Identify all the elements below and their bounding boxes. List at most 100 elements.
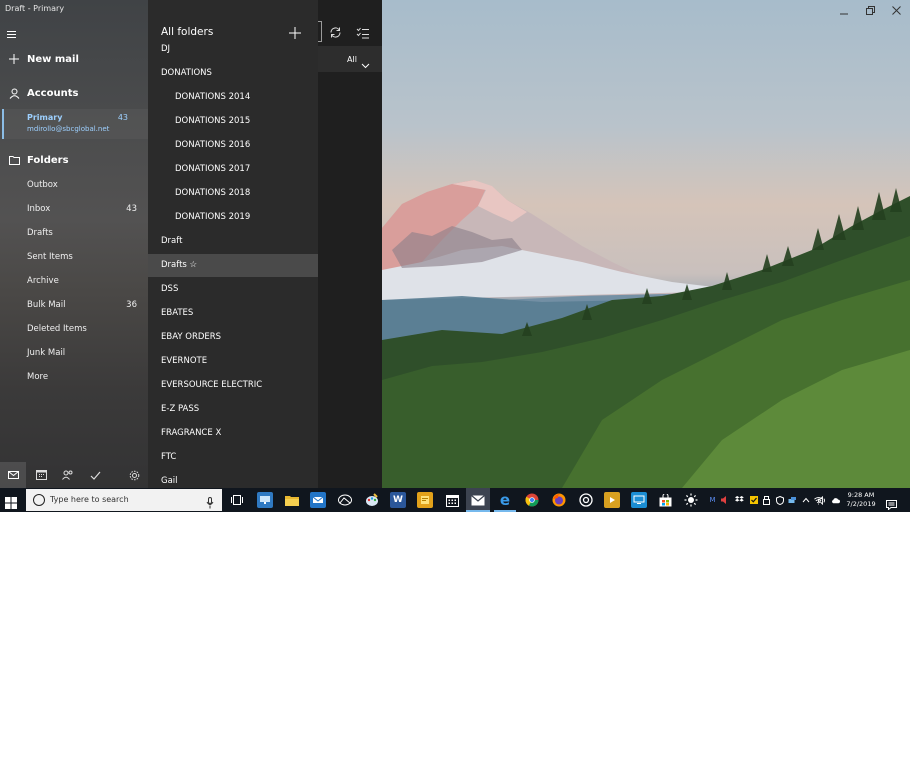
folder-item-label: EVERNOTE (161, 356, 208, 366)
folder-item-fragrance-x[interactable]: FRAGRANCE X (148, 422, 318, 445)
task-view-icon[interactable] (229, 492, 245, 508)
tray-mail-icon[interactable]: M (708, 495, 717, 505)
store-icon[interactable] (657, 492, 673, 508)
paint-icon[interactable] (364, 492, 380, 508)
plus-icon (8, 53, 20, 65)
minimize-button[interactable] (832, 2, 856, 16)
folder-deleted-items[interactable]: Deleted Items (0, 320, 148, 340)
search-box-edge[interactable] (318, 21, 322, 42)
new-mail-button[interactable]: New mail (0, 48, 148, 70)
action-center-icon[interactable] (886, 495, 897, 511)
sticky-notes-icon[interactable] (417, 492, 433, 508)
message-list-pane: All (318, 0, 382, 488)
microphone-icon[interactable] (206, 494, 214, 509)
folder-item-ebates[interactable]: EBATES (148, 302, 318, 325)
filter-dropdown-label[interactable]: All (347, 55, 357, 64)
file-explorer-icon[interactable] (284, 492, 300, 508)
folder-item-donations-2019[interactable]: DONATIONS 2019 (148, 206, 318, 229)
hamburger-menu-icon[interactable] (6, 26, 20, 38)
folder-label: Deleted Items (27, 324, 87, 334)
folder-label: More (27, 372, 49, 382)
volume-icon[interactable] (818, 495, 827, 505)
mountain-landscape-image (382, 180, 910, 488)
folder-item-donations-2018[interactable]: DONATIONS 2018 (148, 182, 318, 205)
mail-icon[interactable] (0, 462, 26, 488)
outlook-icon[interactable] (310, 492, 326, 508)
connect-icon[interactable] (631, 492, 647, 508)
tray-dropbox-icon[interactable] (735, 495, 744, 505)
folder-item-label: DJ (161, 44, 171, 54)
folder-item-label: DONATIONS 2018 (175, 188, 251, 198)
folder-item-dj[interactable]: DJ (148, 38, 318, 61)
edge-running-indicator (494, 510, 516, 512)
tray-speaker-alert-icon[interactable] (720, 495, 729, 505)
people-icon[interactable] (61, 468, 75, 482)
add-folder-button[interactable] (289, 24, 303, 39)
folder-item-gail[interactable]: Gail (148, 470, 318, 488)
onedrive-cloud-icon[interactable] (831, 495, 840, 505)
windows-start-icon[interactable] (5, 494, 17, 509)
video-icon[interactable] (604, 492, 620, 508)
windows-taskbar: Type here to search W e M 9:28 AM 7/2/20… (0, 488, 910, 512)
calendar-app-icon[interactable] (444, 492, 460, 508)
folder-label: Junk Mail (27, 348, 66, 358)
folder-item-donations-2014[interactable]: DONATIONS 2014 (148, 86, 318, 109)
folder-item-draft[interactable]: Draft (148, 230, 318, 253)
folder-item-dss[interactable]: DSS (148, 278, 318, 301)
restore-button[interactable] (858, 2, 882, 16)
selection-mode-icon[interactable] (356, 24, 370, 39)
remote-desktop-icon[interactable] (257, 492, 273, 508)
folder-item-ez-pass[interactable]: E-Z PASS (148, 398, 318, 421)
mail-app-icon[interactable] (470, 492, 486, 508)
new-mail-label: New mail (27, 53, 79, 65)
tray-security-icon[interactable] (775, 495, 784, 505)
folder-item-donations-2015[interactable]: DONATIONS 2015 (148, 110, 318, 133)
close-button[interactable] (884, 2, 908, 16)
folder-item-evernote[interactable]: EVERNOTE (148, 350, 318, 373)
tray-usb-icon[interactable] (762, 495, 771, 505)
folder-item-label: DONATIONS 2016 (175, 140, 251, 150)
folder-item-eversource-electric[interactable]: EVERSOURCE ELECTRIC (148, 374, 318, 397)
tray-norton-icon[interactable] (749, 495, 758, 505)
word-icon[interactable]: W (390, 492, 406, 508)
chevron-up-icon[interactable] (801, 495, 810, 505)
folders-header[interactable]: Folders (0, 149, 148, 171)
folder-outbox[interactable]: Outbox (0, 176, 148, 196)
app-switcher-bar (0, 462, 148, 488)
folder-sent-items[interactable]: Sent Items (0, 248, 148, 268)
groove-icon[interactable] (578, 492, 594, 508)
account-primary[interactable]: Primary 43 mdirollo@sbcglobal.net (2, 109, 148, 139)
folder-item-drafts-selected[interactable]: Drafts ☆ (148, 254, 318, 277)
folder-inbox[interactable]: Inbox 43 (0, 200, 148, 220)
folder-more[interactable]: More (0, 368, 148, 388)
taskbar-clock[interactable]: 9:28 AM 7/2/2019 (842, 491, 880, 509)
clock-date: 7/2/2019 (846, 500, 876, 508)
folder-archive[interactable]: Archive (0, 272, 148, 292)
folder-item-ebay-orders[interactable]: EBAY ORDERS (148, 326, 318, 349)
folder-junk-mail[interactable]: Junk Mail (0, 344, 148, 364)
word-glyph: W (393, 495, 403, 505)
calendar-icon[interactable] (34, 468, 48, 482)
todo-icon[interactable] (88, 468, 102, 482)
clock-time: 9:28 AM (847, 491, 875, 499)
folder-bulk-mail[interactable]: Bulk Mail 36 (0, 296, 148, 316)
folder-item-label: DSS (161, 284, 179, 294)
sync-icon[interactable] (329, 24, 343, 38)
accounts-header[interactable]: Accounts (0, 82, 148, 104)
tray-network-share-icon[interactable] (788, 495, 797, 505)
folder-item-label: EVERSOURCE ELECTRIC (161, 380, 263, 390)
folder-item-donations-2017[interactable]: DONATIONS 2017 (148, 158, 318, 181)
account-name: Primary (27, 113, 63, 122)
photos-icon[interactable] (337, 492, 353, 508)
firefox-icon[interactable] (551, 492, 567, 508)
folder-item-ftc[interactable]: FTC (148, 446, 318, 469)
folder-drafts[interactable]: Drafts (0, 224, 148, 244)
settings-icon[interactable] (127, 468, 141, 482)
taskbar-search-box[interactable]: Type here to search (26, 489, 222, 511)
folder-item-donations[interactable]: DONATIONS (148, 62, 318, 85)
chrome-icon[interactable] (524, 492, 540, 508)
chevron-down-icon[interactable] (361, 55, 370, 69)
edge-icon[interactable]: e (497, 491, 513, 509)
folder-item-donations-2016[interactable]: DONATIONS 2016 (148, 134, 318, 157)
brightness-icon[interactable] (683, 492, 699, 508)
